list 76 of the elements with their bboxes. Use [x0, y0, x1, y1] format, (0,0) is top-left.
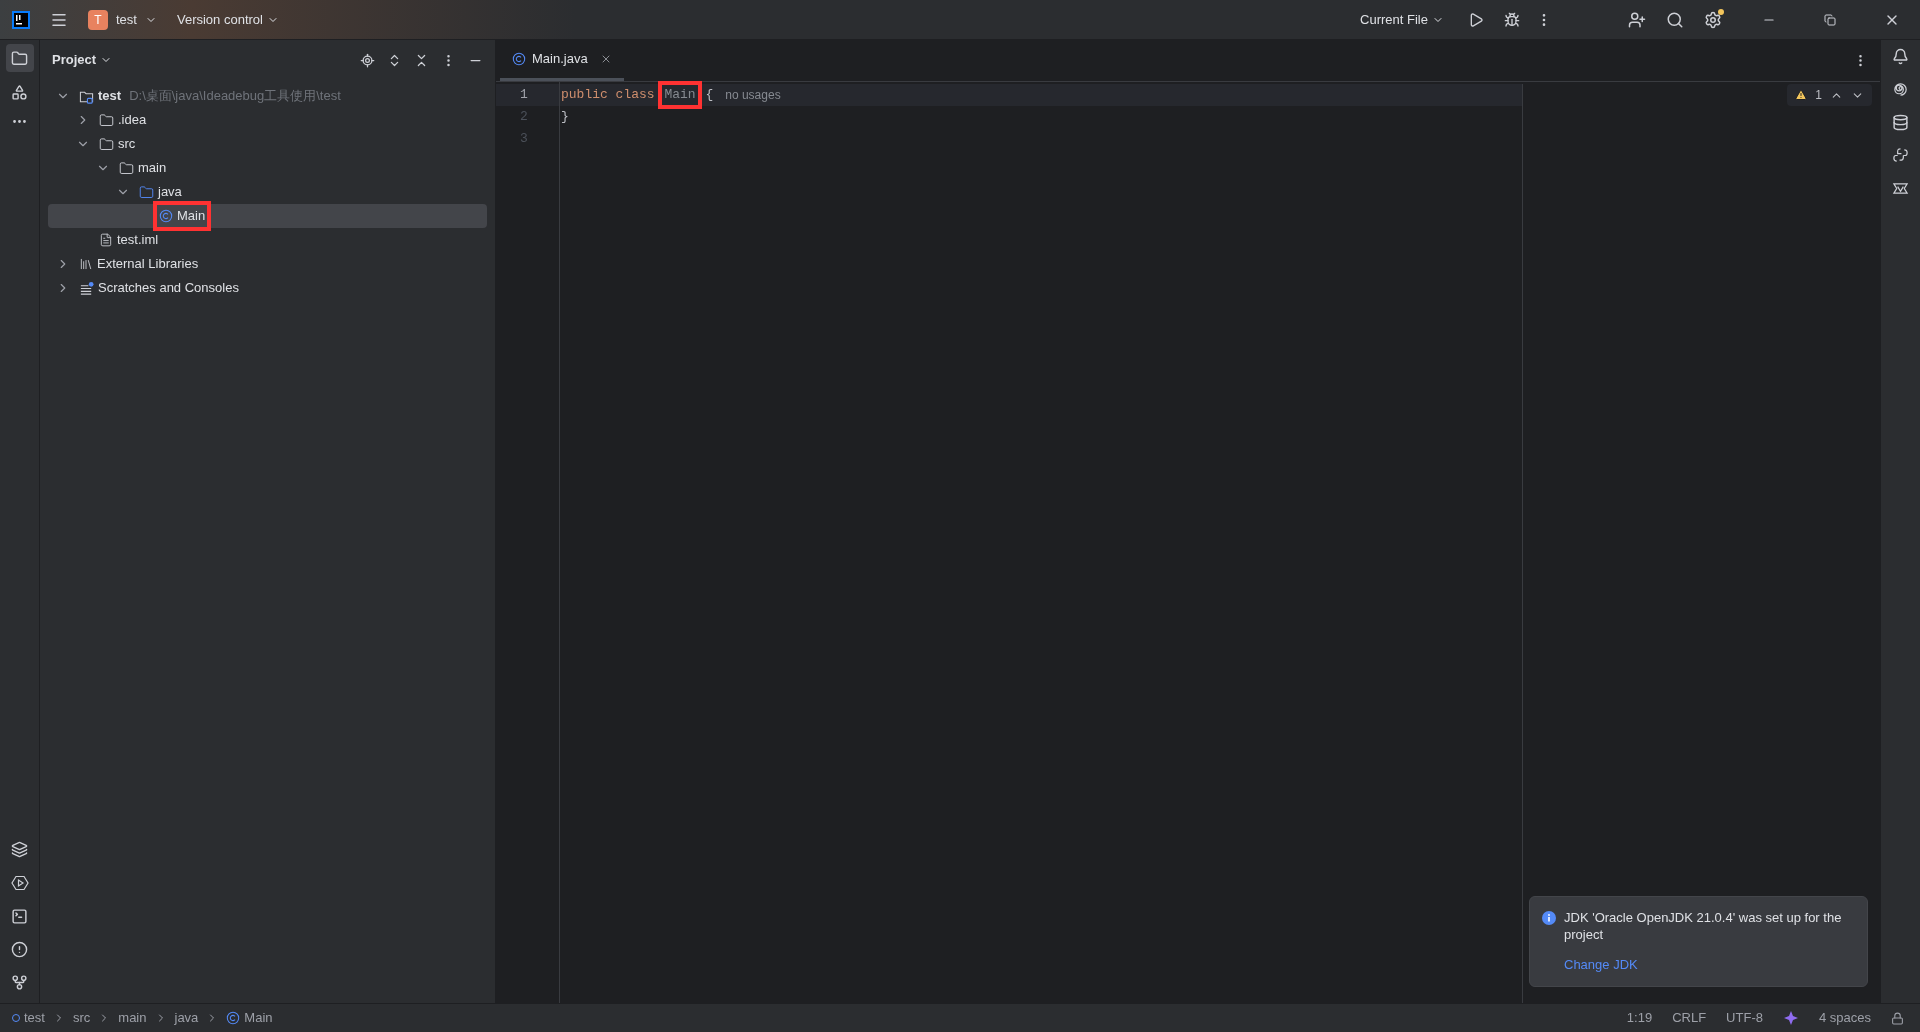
tab-label: Main.java	[532, 50, 588, 69]
tree-label: test.iml	[117, 231, 159, 250]
spiral-icon[interactable]	[1892, 81, 1909, 98]
tree-item[interactable]: External Libraries	[48, 252, 487, 276]
folder-icon	[139, 184, 154, 200]
tree-label: java	[158, 183, 182, 202]
tree-label: Main	[177, 207, 206, 226]
inspection-widget[interactable]: 1	[1787, 84, 1872, 106]
project-view-dropdown[interactable]: Project	[52, 50, 113, 70]
tree-item[interactable]: Main	[48, 204, 487, 228]
tree-label: Scratches and Consoles	[98, 279, 239, 298]
restore-icon[interactable]	[1824, 13, 1836, 26]
add-user-icon[interactable]	[1628, 10, 1646, 29]
problems-icon[interactable]	[11, 941, 28, 958]
tree-label: src	[118, 135, 136, 154]
terminal-icon[interactable]	[11, 908, 28, 925]
breadcrumb[interactable]: test	[12, 1008, 45, 1028]
database-icon[interactable]	[1892, 114, 1909, 131]
project-switcher[interactable]: T test	[88, 9, 157, 30]
git-icon[interactable]	[11, 974, 28, 991]
notifications-icon[interactable]	[1892, 48, 1909, 65]
tree-item[interactable]: src	[48, 132, 487, 156]
status-item[interactable]: CRLF	[1672, 1008, 1707, 1028]
path-label: D:\桌面\java\Ideadebug工具使用\test	[129, 87, 341, 106]
code-token: }	[561, 108, 569, 127]
code-token: class	[615, 86, 656, 105]
vcs-dropdown[interactable]: Version control	[176, 9, 279, 30]
layers-icon[interactable]	[11, 841, 28, 858]
debug-icon[interactable]	[1504, 11, 1520, 28]
class-icon	[512, 52, 526, 66]
app-logo-icon	[12, 10, 30, 29]
class-icon	[159, 209, 173, 223]
tree-item[interactable]: main	[48, 156, 487, 180]
code-token: {	[704, 86, 714, 105]
breadcrumb[interactable]: main	[118, 1008, 147, 1028]
tree-item[interactable]: java	[48, 180, 487, 204]
file-icon	[99, 233, 113, 247]
warning-icon	[1795, 89, 1808, 101]
breadcrumb[interactable]: src	[72, 1008, 91, 1028]
folder-icon	[99, 136, 114, 152]
tree-item[interactable]: test.iml	[48, 228, 487, 252]
tree-item[interactable]: .idea	[48, 108, 487, 132]
project-avatar: T	[88, 9, 108, 30]
structure-icon[interactable]	[11, 84, 28, 101]
editor-tab[interactable]: Main.java	[500, 40, 624, 81]
notification-message: JDK 'Oracle OpenJDK 21.0.4' was set up for the project	[1564, 908, 1843, 943]
locate-icon[interactable]	[360, 52, 375, 68]
tree-item[interactable]: Scratches and Consoles	[48, 276, 487, 300]
ai-assistant-icon[interactable]	[1782, 1010, 1799, 1026]
settings-icon[interactable]	[1704, 10, 1722, 29]
indent-status[interactable]: 4 spaces	[1818, 1008, 1871, 1028]
library-icon	[79, 257, 93, 271]
info-icon	[1542, 910, 1556, 925]
tree-label: .idea	[118, 111, 147, 130]
tree-label: External Libraries	[97, 255, 199, 274]
code-token: public	[561, 86, 609, 105]
search-icon[interactable]	[1666, 10, 1684, 29]
folder-icon	[99, 112, 114, 128]
run-icon[interactable]	[1468, 11, 1484, 28]
status-item[interactable]: 1:19	[1626, 1008, 1653, 1028]
tree-label: main	[138, 159, 167, 178]
lock-icon[interactable]	[1891, 1011, 1904, 1025]
list-icon	[79, 280, 94, 296]
services-icon[interactable]	[10, 874, 29, 892]
class-icon	[226, 1011, 241, 1025]
usage-hint: no usages	[725, 87, 781, 104]
tree-label: test	[98, 87, 122, 106]
project-folder-icon[interactable]	[5, 44, 34, 72]
folder-icon	[119, 160, 134, 176]
status-item[interactable]: UTF-8	[1726, 1008, 1763, 1028]
line-number: 1	[520, 86, 528, 105]
breadcrumb[interactable]: Main	[226, 1008, 273, 1028]
tree-item[interactable]: test D:\桌面\java\Ideadebug工具使用\test	[48, 84, 487, 108]
breadcrumb[interactable]: java	[174, 1008, 199, 1028]
warning-count: 1	[1815, 87, 1822, 104]
run-config-dropdown[interactable]: Current File	[1360, 9, 1444, 30]
